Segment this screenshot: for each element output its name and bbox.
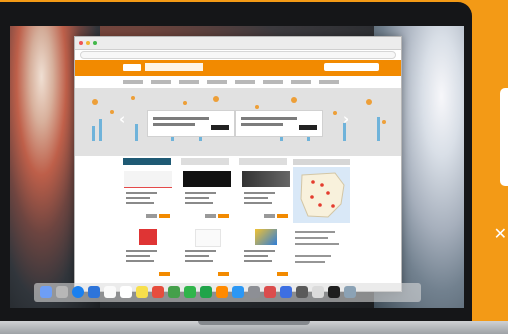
nav-item[interactable] xyxy=(123,80,143,84)
product-card[interactable] xyxy=(242,229,290,279)
tab-active[interactable] xyxy=(123,158,171,165)
hero-card-button[interactable] xyxy=(211,125,229,130)
product-grid xyxy=(124,171,291,283)
macos-dock xyxy=(34,283,421,302)
app-icon[interactable] xyxy=(312,286,324,298)
minimize-icon[interactable] xyxy=(86,41,90,45)
app-icon[interactable] xyxy=(328,286,340,298)
app-icon[interactable] xyxy=(280,286,292,298)
laptop-notch xyxy=(198,321,310,325)
site-header xyxy=(75,60,401,76)
product-card[interactable] xyxy=(183,171,231,221)
hero-card-left[interactable] xyxy=(147,110,235,137)
carousel-right-arrow[interactable]: › xyxy=(343,110,349,128)
nav-item[interactable] xyxy=(151,80,171,84)
nav-item[interactable] xyxy=(291,80,311,84)
hero-card-right[interactable] xyxy=(235,110,323,137)
hero-card-button[interactable] xyxy=(299,125,317,130)
browser-titlebar[interactable] xyxy=(75,37,401,50)
messages-icon[interactable] xyxy=(184,286,196,298)
map-widget[interactable] xyxy=(293,167,350,223)
hero-banner: ‹ › xyxy=(75,88,401,156)
maps-icon[interactable] xyxy=(168,286,180,298)
screen: ‹ › xyxy=(10,26,464,308)
finder-icon[interactable] xyxy=(40,286,52,298)
nav-item[interactable] xyxy=(207,80,227,84)
nav-item[interactable] xyxy=(263,80,283,84)
product-card[interactable] xyxy=(183,229,231,279)
maximize-icon[interactable] xyxy=(93,41,97,45)
notes-icon[interactable] xyxy=(136,286,148,298)
music-icon[interactable] xyxy=(152,286,164,298)
facetime-icon[interactable] xyxy=(200,286,212,298)
sidebar-map-panel xyxy=(293,159,350,273)
safari-icon[interactable] xyxy=(72,286,84,298)
content-tabs xyxy=(123,158,288,169)
product-card[interactable] xyxy=(124,171,172,221)
books-icon[interactable] xyxy=(216,286,228,298)
launchpad-icon[interactable] xyxy=(56,286,68,298)
app-icon[interactable] xyxy=(296,286,308,298)
trash-icon[interactable] xyxy=(344,286,356,298)
app-store-icon[interactable] xyxy=(232,286,244,298)
photos-icon[interactable] xyxy=(104,286,116,298)
product-card[interactable] xyxy=(242,171,290,221)
background-panel xyxy=(500,88,508,186)
close-icon[interactable] xyxy=(79,41,83,45)
calendar-icon[interactable] xyxy=(120,286,132,298)
nav-item[interactable] xyxy=(319,80,339,84)
site-title xyxy=(145,63,203,71)
mail-icon[interactable] xyxy=(88,286,100,298)
site-logo[interactable] xyxy=(123,64,141,71)
browser-window[interactable]: ‹ › xyxy=(74,36,402,292)
site-search-input[interactable] xyxy=(324,63,379,71)
product-card[interactable] xyxy=(124,229,172,279)
carousel-left-arrow[interactable]: ‹ xyxy=(119,110,125,128)
tab[interactable] xyxy=(181,158,229,165)
url-field[interactable] xyxy=(80,51,396,59)
settings-icon[interactable] xyxy=(248,286,260,298)
nav-item[interactable] xyxy=(179,80,199,84)
app-icon[interactable] xyxy=(264,286,276,298)
nav-item[interactable] xyxy=(235,80,255,84)
tab[interactable] xyxy=(239,158,287,165)
close-icon[interactable]: ✕ xyxy=(494,224,507,243)
